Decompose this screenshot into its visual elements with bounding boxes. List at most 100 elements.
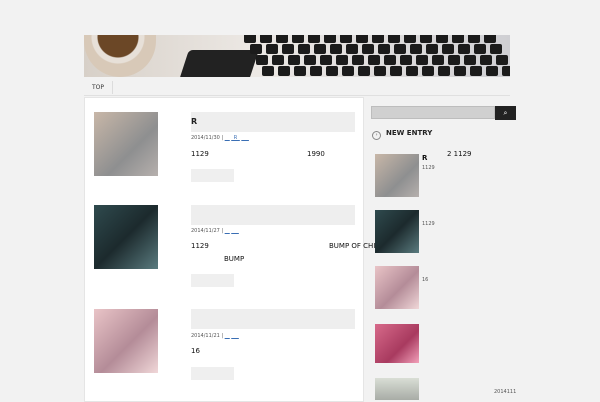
- keyboard-key: [436, 35, 448, 43]
- read-more-button[interactable]: [191, 274, 234, 287]
- sidebar-entry-excerpt: 16: [422, 277, 429, 283]
- arrow-circle-icon: ›: [372, 131, 381, 140]
- tag-link[interactable]: _R_: [231, 135, 239, 141]
- post-title-bar[interactable]: [191, 112, 355, 132]
- keyboard-key: [282, 44, 294, 54]
- keyboard-key: [452, 35, 464, 43]
- keyboard-key: [432, 55, 444, 65]
- keyboard-key: [486, 66, 498, 76]
- keyboard-key: [368, 55, 380, 65]
- post-excerpt: 1129: [191, 242, 209, 250]
- post-title-bar[interactable]: [191, 309, 355, 329]
- sidebar-entry-thumbnail[interactable]: [375, 154, 419, 197]
- post-title[interactable]: R: [191, 117, 197, 126]
- post-thumbnail[interactable]: [94, 309, 158, 373]
- sidebar-entry-thumbnail[interactable]: [375, 266, 419, 309]
- sidebar-entry-thumbnail[interactable]: [375, 210, 419, 253]
- keyboard-key: [400, 55, 412, 65]
- global-nav: TOP: [84, 81, 510, 96]
- post-excerpt: 1990: [307, 150, 325, 158]
- keyboard-key: [260, 35, 272, 43]
- keyboard-key: [388, 35, 400, 43]
- keyboard-key: [468, 35, 480, 43]
- keyboard-key: [454, 66, 466, 76]
- keyboard-key: [294, 66, 306, 76]
- keyboard-key: [374, 66, 386, 76]
- sidebar-entry-thumbnail[interactable]: [375, 378, 419, 400]
- keyboard-key: [288, 55, 300, 65]
- keyboard-key: [308, 35, 320, 43]
- keyboard-key: [358, 66, 370, 76]
- keyboard-image: [234, 35, 510, 77]
- nav-top-link[interactable]: TOP: [84, 81, 113, 94]
- keyboard-key: [340, 35, 352, 43]
- keyboard-key: [314, 44, 326, 54]
- new-entry-label: NEW ENTRY: [386, 129, 433, 137]
- keyboard-key: [416, 55, 428, 65]
- keyboard-key: [278, 66, 290, 76]
- sidebar-entry-excerpt: 2014111: [494, 389, 517, 395]
- keyboard-key: [298, 44, 310, 54]
- post-date: 2014/11/21: [191, 333, 220, 339]
- keyboard-key: [310, 66, 322, 76]
- header-image: [84, 35, 510, 77]
- keyboard-key: [292, 35, 304, 43]
- keyboard-key: [480, 55, 492, 65]
- keyboard-key: [320, 55, 332, 65]
- keyboard-key: [342, 66, 354, 76]
- keyboard-key: [406, 66, 418, 76]
- tag-link[interactable]: ___: [241, 135, 249, 141]
- tag-link[interactable]: __: [225, 135, 230, 141]
- post-thumbnail[interactable]: [94, 112, 158, 176]
- keyboard-key: [326, 66, 338, 76]
- post-meta: 2014/11/27 | __ ___: [191, 228, 239, 234]
- keyboard-key: [496, 55, 508, 65]
- sidebar-entry-excerpt: 1129: [422, 221, 435, 227]
- tag-link[interactable]: __: [225, 333, 230, 339]
- keyboard-key: [404, 35, 416, 43]
- keyboard-key: [378, 44, 390, 54]
- keyboard-key: [420, 35, 432, 43]
- keyboard-key: [410, 44, 422, 54]
- keyboard-key: [474, 44, 486, 54]
- keyboard-key: [276, 35, 288, 43]
- keyboard-key: [438, 66, 450, 76]
- post-title-bar[interactable]: [191, 205, 355, 225]
- keyboard-key: [448, 55, 460, 65]
- post-excerpt: 16: [191, 347, 200, 355]
- keyboard-key: [356, 35, 368, 43]
- keyboard-key: [458, 44, 470, 54]
- search-icon: ⌕: [503, 109, 508, 117]
- keyboard-key: [346, 44, 358, 54]
- tag-link[interactable]: __: [225, 228, 230, 234]
- read-more-button[interactable]: [191, 367, 234, 380]
- keyboard-key: [262, 66, 274, 76]
- read-more-button[interactable]: [191, 169, 234, 182]
- new-entry-heading: › NEW ENTRY: [372, 129, 432, 140]
- keyboard-key: [384, 55, 396, 65]
- post-excerpt: 1129: [191, 150, 209, 158]
- keyboard-key: [256, 55, 268, 65]
- sidebar-entry-title[interactable]: R: [422, 154, 427, 162]
- keyboard-key: [324, 35, 336, 43]
- sidebar-entry-title[interactable]: 2 1129: [447, 150, 472, 158]
- keyboard-key: [372, 35, 384, 43]
- keyboard-key: [272, 55, 284, 65]
- tag-link[interactable]: ___: [231, 333, 239, 339]
- keyboard-key: [394, 44, 406, 54]
- keyboard-key: [464, 55, 476, 65]
- keyboard-key: [250, 44, 262, 54]
- post-meta: 2014/11/30 | __ _R_ ___: [191, 135, 249, 141]
- keyboard-key: [330, 44, 342, 54]
- keyboard-key: [502, 66, 510, 76]
- keyboard-key: [426, 44, 438, 54]
- search-input[interactable]: [371, 106, 495, 119]
- keyboard-key: [470, 66, 482, 76]
- coffee-cup-image: [84, 35, 156, 77]
- post-thumbnail[interactable]: [94, 205, 158, 269]
- sidebar-entry-thumbnail[interactable]: [375, 324, 419, 363]
- keyboard-key: [362, 44, 374, 54]
- tag-link[interactable]: ___: [231, 228, 239, 234]
- search-button[interactable]: ⌕: [495, 106, 516, 120]
- post-date: 2014/11/30: [191, 135, 220, 141]
